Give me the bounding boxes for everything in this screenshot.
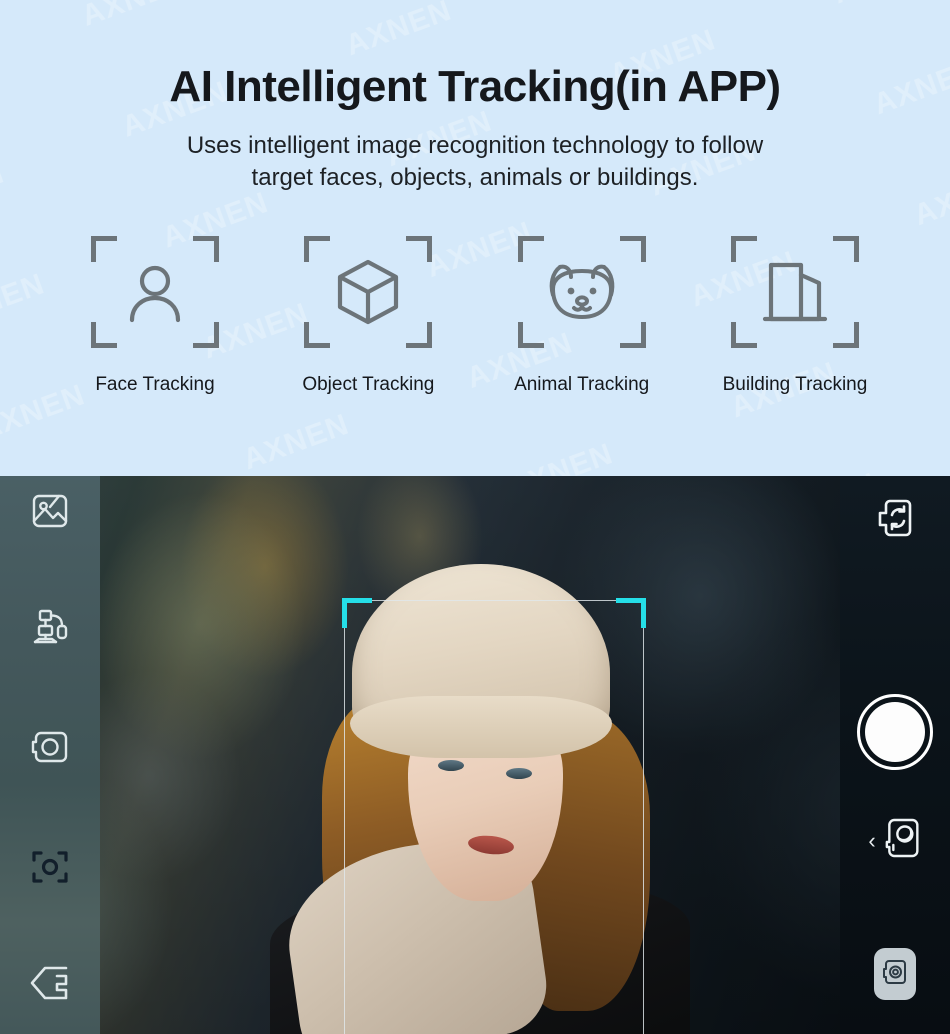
ai-tracking-button[interactable] (29, 846, 71, 893)
bracket-corner-icon (91, 236, 117, 262)
bracket-corner-icon (406, 236, 433, 262)
record-camera-button[interactable] (29, 726, 71, 773)
subtitle-line-1: Uses intelligent image recognition techn… (186, 132, 764, 159)
pan-tilt-icon (29, 606, 71, 653)
camera-mode-switcher[interactable]: ‹ (868, 816, 921, 865)
subtitle-line-2: target faces, objects, animals or buildi… (251, 164, 699, 192)
bracket-corner-icon (730, 236, 757, 262)
feature-label: Animal Tracking (514, 374, 650, 395)
page-title: AI Intelligent Tracking(in APP) (169, 62, 781, 111)
gallery-button[interactable] (29, 490, 71, 537)
bracket-corner-icon (193, 322, 219, 348)
camera-preview: ‹ (0, 476, 950, 1034)
feature-animal-tracking: Animal Tracking (479, 236, 685, 396)
bracket-corner-icon (517, 322, 544, 348)
left-toolbar (0, 476, 100, 1034)
feature-label: Face Tracking (95, 374, 215, 395)
feature-building-tracking: Building Tracking (692, 236, 898, 396)
person-icon (119, 256, 191, 328)
camera-mode-icon (885, 816, 922, 865)
tracking-corner-icon (616, 598, 646, 628)
chevron-left-icon[interactable]: ‹ (868, 829, 875, 852)
feature-list: Face Tracking Object Tracking Animal Tra… (52, 236, 898, 396)
bracket-corner-icon (619, 236, 646, 262)
promo-panel: AXNEN AXNEN AXNEN AXNEN AXNEN AXNEN AXNE… (0, 0, 950, 476)
gallery-icon (29, 490, 71, 537)
watermark: AXNEN (502, 437, 618, 476)
gallery-thumbnail[interactable] (874, 948, 916, 1000)
back-arrow-icon (26, 960, 74, 1011)
feature-label: Building Tracking (722, 374, 868, 395)
right-toolbar: ‹ (840, 476, 950, 1034)
ai-tracking-icon (29, 846, 71, 893)
feature-icon-frame (730, 236, 859, 348)
page-subtitle: Uses intelligent image recognition techn… (0, 130, 950, 195)
back-button[interactable] (26, 960, 74, 1011)
watermark: AXNEN (930, 363, 950, 476)
tracking-corner-icon (342, 598, 372, 628)
shutter-inner (865, 702, 925, 762)
bracket-corner-icon (517, 236, 544, 262)
tracking-box[interactable] (342, 598, 646, 1034)
bracket-corner-icon (91, 322, 117, 348)
watermark: AXNEN (238, 407, 354, 476)
bracket-corner-icon (730, 322, 757, 348)
feature-icon-frame (304, 236, 433, 348)
thumbnail-camera-icon (881, 957, 909, 992)
feature-label: Object Tracking (302, 374, 435, 395)
switch-camera-button[interactable] (873, 496, 917, 545)
dog-face-icon (540, 255, 624, 329)
pan-tilt-button[interactable] (29, 606, 71, 653)
shutter-button[interactable] (857, 694, 933, 770)
bracket-corner-icon (304, 236, 331, 262)
watermark: AXNEN (707, 445, 950, 476)
buildings-icon (759, 255, 831, 329)
bracket-corner-icon (832, 236, 859, 262)
switch-camera-icon (873, 496, 917, 545)
bracket-corner-icon (832, 322, 859, 348)
watermark: AXNEN (728, 0, 950, 1)
bracket-corner-icon (406, 322, 433, 348)
record-camera-icon (29, 726, 71, 773)
watermark: AXNEN (0, 467, 219, 476)
bracket-corner-icon (193, 236, 219, 262)
bracket-corner-icon (304, 322, 331, 348)
feature-icon-frame (517, 236, 646, 348)
feature-object-tracking: Object Tracking (265, 236, 471, 396)
bracket-corner-icon (619, 322, 646, 348)
watermark: AXNEN (241, 0, 505, 53)
cube-icon (330, 254, 406, 330)
watermark: AXNEN (890, 253, 950, 445)
feature-face-tracking: Face Tracking (52, 236, 258, 396)
feature-icon-frame (91, 236, 219, 348)
